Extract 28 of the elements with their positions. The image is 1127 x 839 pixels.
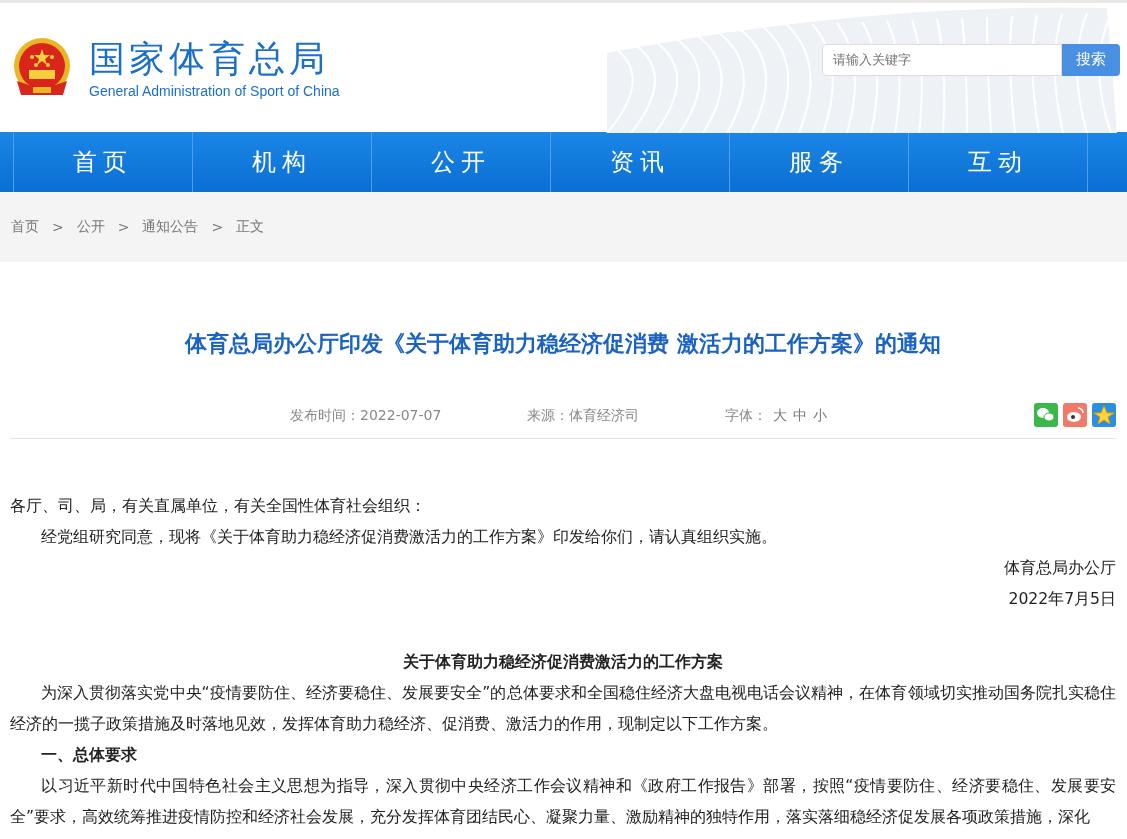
article-title: 体育总局办公厅印发《关于体育助力稳经济促消费 激活力的工作方案》的通知 (183, 330, 942, 358)
site-subtitle: General Administration of Sport of China (89, 82, 340, 99)
publish-date: 发布时间：2022-07-07 (290, 407, 442, 425)
paragraph: 经党组研究同意，现将《关于体育助力稳经济促消费激活力的工作方案》印发给你们，请认真组织实施。 (40, 527, 779, 548)
breadcrumb-link[interactable]: 公开 (76, 218, 105, 236)
search-field[interactable]: 请输入关键字 (822, 43, 1062, 76)
paragraph: 各厅、司、局，有关直属单位，有关全国性体育社会组织： (10, 496, 427, 517)
site-title: 国家体育总局 (89, 36, 330, 81)
font-size-link[interactable]: 大 (773, 407, 788, 423)
section-heading: 一、总体要求 (40, 745, 139, 766)
signature-line: 体育总局办公厅 (1003, 558, 1116, 579)
breadcrumb-separator: > (211, 219, 224, 235)
section-title: 关于体育助力稳经济促消费激活力的工作方案 (402, 652, 724, 673)
source-text: 来源：体育经济司 (527, 407, 640, 425)
breadcrumb-separator: > (52, 219, 64, 235)
font-size-link[interactable]: 小 (813, 407, 828, 423)
font-size-label: 字体： (725, 407, 768, 423)
font-size-link[interactable]: 中 (793, 407, 808, 423)
paragraph: 以习近平新时代中国特色社会主义思想为指导，深入贯彻中央经济工作会议精神和《政府工作报告》部署，按照“疫情要防住、经济要稳住、发展要安全”要求，高效统筹推进疫情防控和经济社会发展，充分发挥体育团结民心、凝聚力量、激励精神的独特作用，落实落细稳经济促发展各项政策措施，深化 (10, 776, 1116, 828)
chat-bubbles-icon[interactable] (1034, 403, 1058, 427)
search-button[interactable]: 搜索 (1062, 43, 1120, 76)
paragraph: 为深入贯彻落实党中央“疫情要防住、经济要稳住、发展要安全”的总体要求和全国稳住经济大盘电视电话会议精神，在体育领域切实推动国务院扎实稳住经济的一揽子政策措施及时落地见效，发挥体育助力稳经济、促消费、激活力的作用，现制定以下工作方案。 (10, 683, 1116, 735)
signature-line: 2022年7月5日 (1007, 589, 1116, 610)
breadcrumb-link[interactable]: 通知公告 (142, 218, 199, 236)
breadcrumb-link[interactable]: 首页 (11, 218, 39, 236)
star-icon[interactable] (1092, 403, 1116, 427)
breadcrumb-separator: > (117, 219, 130, 235)
eye-share-icon[interactable] (1063, 403, 1087, 427)
